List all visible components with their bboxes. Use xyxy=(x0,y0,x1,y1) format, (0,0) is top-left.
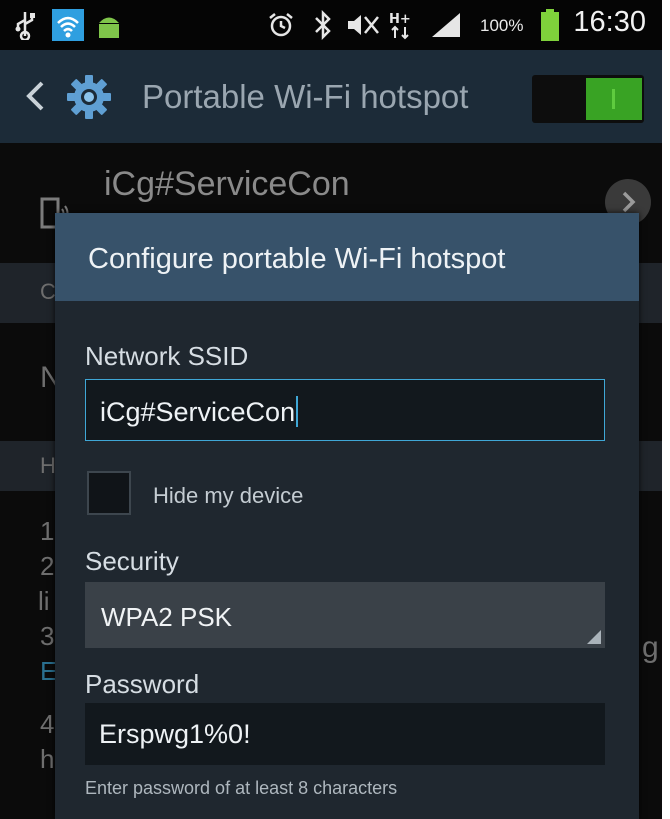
peek-text: 3 xyxy=(40,621,55,651)
hplus-data-icon: H+ xyxy=(388,9,414,41)
screen: H+ 100% 16:30 Portable Wi-Fi hotspot iCg… xyxy=(0,0,662,819)
peek-text: h xyxy=(40,744,55,774)
peek-text: C xyxy=(40,279,56,304)
alarm-icon xyxy=(267,9,295,41)
peek-text: H xyxy=(40,453,56,478)
back-arrow-icon[interactable] xyxy=(24,80,46,112)
action-bar: Portable Wi-Fi hotspot xyxy=(0,50,662,143)
signal-icon xyxy=(430,9,462,41)
peek-text: 1 xyxy=(40,516,55,546)
mute-icon xyxy=(346,9,380,41)
background-network-name: iCg#ServiceCon xyxy=(104,165,350,203)
security-value: WPA2 PSK xyxy=(101,602,233,632)
password-input[interactable]: Erspwg1%0! xyxy=(85,703,605,765)
configure-hotspot-dialog: Configure portable Wi-Fi hotspot Network… xyxy=(55,213,639,819)
android-icon xyxy=(96,9,122,41)
password-hint: Enter password of at least 8 characters xyxy=(85,778,398,798)
dialog-header: Configure portable Wi-Fi hotspot xyxy=(55,213,639,301)
security-label: Security xyxy=(85,546,179,576)
battery-icon xyxy=(540,9,560,41)
peek-text: 2 xyxy=(40,551,55,581)
dropdown-corner-icon xyxy=(587,630,601,644)
usb-icon xyxy=(14,9,36,41)
wifi-hotspot-icon xyxy=(52,9,84,41)
ssid-input[interactable]: iCg#ServiceCon xyxy=(85,379,605,441)
action-bar-title: Portable Wi-Fi hotspot xyxy=(142,78,469,115)
peek-text: li xyxy=(38,586,50,616)
dialog-title: Configure portable Wi-Fi hotspot xyxy=(88,243,506,275)
password-value: Erspwg1%0! xyxy=(99,719,251,749)
peek-text: g xyxy=(642,631,659,664)
ssid-label: Network SSID xyxy=(85,341,249,371)
hide-device-checkbox[interactable] xyxy=(87,471,131,515)
hotspot-toggle[interactable] xyxy=(532,75,644,123)
svg-text:H+: H+ xyxy=(389,12,411,27)
status-bar: H+ 100% 16:30 xyxy=(0,0,662,50)
battery-percent: 100% xyxy=(480,16,524,35)
hide-device-label: Hide my device xyxy=(153,483,304,508)
ssid-value: iCg#ServiceCon xyxy=(100,396,299,428)
settings-gear-icon[interactable] xyxy=(66,74,112,120)
security-select[interactable]: WPA2 PSK xyxy=(85,582,605,648)
password-label: Password xyxy=(85,669,200,699)
clock: 16:30 xyxy=(573,6,646,38)
text-cursor xyxy=(296,396,299,427)
bluetooth-icon xyxy=(313,9,333,41)
toggle-knob xyxy=(586,78,642,120)
peek-text: 4 xyxy=(40,709,55,739)
